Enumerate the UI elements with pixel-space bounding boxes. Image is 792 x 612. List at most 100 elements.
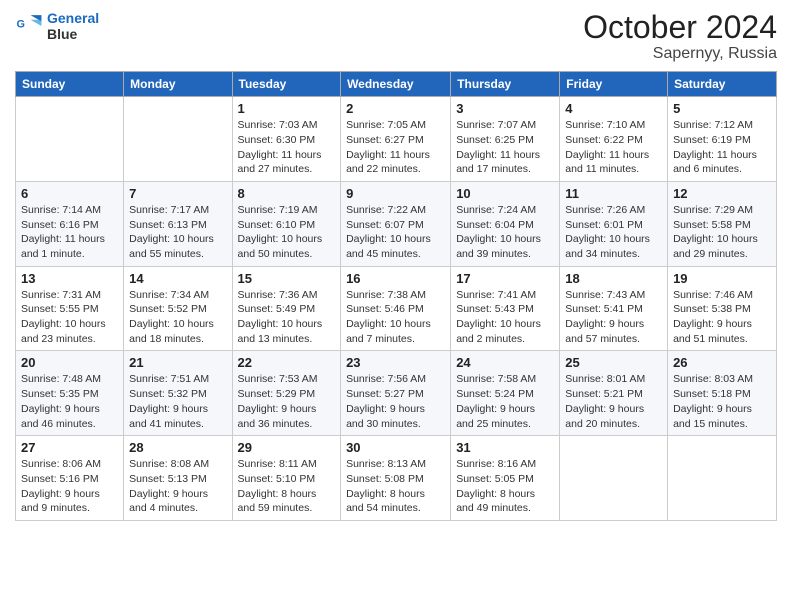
- calendar-cell: 14 Sunrise: 7:34 AMSunset: 5:52 PMDayligh…: [124, 266, 232, 351]
- day-info: Sunrise: 7:41 AMSunset: 5:43 PMDaylight:…: [456, 288, 554, 347]
- day-info: Sunrise: 7:24 AMSunset: 6:04 PMDaylight:…: [456, 203, 554, 262]
- day-number: 27: [21, 440, 118, 455]
- calendar-cell: 17 Sunrise: 7:41 AMSunset: 5:43 PMDayligh…: [451, 266, 560, 351]
- day-info: Sunrise: 7:34 AMSunset: 5:52 PMDaylight:…: [129, 288, 226, 347]
- calendar-cell: [668, 436, 777, 521]
- logo-text: General Blue: [47, 10, 99, 42]
- day-number: 14: [129, 271, 226, 286]
- day-number: 26: [673, 355, 771, 370]
- calendar-cell: 29 Sunrise: 8:11 AMSunset: 5:10 PMDayligh…: [232, 436, 341, 521]
- calendar-cell: 3 Sunrise: 7:07 AMSunset: 6:25 PMDaylight…: [451, 97, 560, 182]
- day-info: Sunrise: 7:38 AMSunset: 5:46 PMDaylight:…: [346, 288, 445, 347]
- calendar-cell: 5 Sunrise: 7:12 AMSunset: 6:19 PMDaylight…: [668, 97, 777, 182]
- day-number: 7: [129, 186, 226, 201]
- day-number: 15: [238, 271, 336, 286]
- calendar-page: G General Blue October 2024 Sapernyy, Ru…: [0, 0, 792, 612]
- day-info: Sunrise: 7:05 AMSunset: 6:27 PMDaylight:…: [346, 118, 445, 177]
- day-info: Sunrise: 7:07 AMSunset: 6:25 PMDaylight:…: [456, 118, 554, 177]
- weekday-header-friday: Friday: [560, 72, 668, 97]
- calendar-cell: 13 Sunrise: 7:31 AMSunset: 5:55 PMDayligh…: [16, 266, 124, 351]
- day-number: 22: [238, 355, 336, 370]
- week-row: 20 Sunrise: 7:48 AMSunset: 5:35 PMDayligh…: [16, 351, 777, 436]
- calendar-cell: 28Sunrise: 8:08 AMSunset: 5:13 PMDayligh…: [124, 436, 232, 521]
- logo-icon: G: [15, 12, 43, 40]
- day-number: 6: [21, 186, 118, 201]
- day-info: Sunrise: 7:31 AMSunset: 5:55 PMDaylight:…: [21, 288, 118, 347]
- calendar-cell: 20 Sunrise: 7:48 AMSunset: 5:35 PMDayligh…: [16, 351, 124, 436]
- day-info: Sunrise: 7:10 AMSunset: 6:22 PMDaylight:…: [565, 118, 662, 177]
- day-info: Sunrise: 7:36 AMSunset: 5:49 PMDaylight:…: [238, 288, 336, 347]
- day-number: 29: [238, 440, 336, 455]
- day-info: Sunrise: 7:14 AMSunset: 6:16 PMDaylight:…: [21, 203, 118, 262]
- calendar-cell: [16, 97, 124, 182]
- calendar-cell: 24Sunrise: 7:58 AMSunset: 5:24 PMDayligh…: [451, 351, 560, 436]
- day-info: Sunrise: 7:51 AMSunset: 5:32 PMDaylight:…: [129, 372, 226, 431]
- day-number: 5: [673, 101, 771, 116]
- day-number: 24: [456, 355, 554, 370]
- day-number: 18: [565, 271, 662, 286]
- day-info: Sunrise: 7:43 AMSunset: 5:41 PMDaylight:…: [565, 288, 662, 347]
- day-info: Sunrise: 7:12 AMSunset: 6:19 PMDaylight:…: [673, 118, 771, 177]
- week-row: 1 Sunrise: 7:03 AMSunset: 6:30 PMDaylight…: [16, 97, 777, 182]
- logo: G General Blue: [15, 10, 99, 42]
- calendar-cell: 7 Sunrise: 7:17 AMSunset: 6:13 PMDaylight…: [124, 181, 232, 266]
- week-row: 6 Sunrise: 7:14 AMSunset: 6:16 PMDaylight…: [16, 181, 777, 266]
- day-info: Sunrise: 8:16 AMSunset: 5:05 PMDaylight:…: [456, 457, 554, 516]
- day-number: 20: [21, 355, 118, 370]
- calendar-cell: 2 Sunrise: 7:05 AMSunset: 6:27 PMDaylight…: [341, 97, 451, 182]
- location-title: Sapernyy, Russia: [583, 45, 777, 63]
- page-header: G General Blue October 2024 Sapernyy, Ru…: [15, 10, 777, 63]
- calendar-cell: 12Sunrise: 7:29 AMSunset: 5:58 PMDayligh…: [668, 181, 777, 266]
- title-block: October 2024 Sapernyy, Russia: [583, 10, 777, 63]
- calendar-cell: 27Sunrise: 8:06 AMSunset: 5:16 PMDayligh…: [16, 436, 124, 521]
- day-number: 23: [346, 355, 445, 370]
- day-info: Sunrise: 7:17 AMSunset: 6:13 PMDaylight:…: [129, 203, 226, 262]
- calendar-cell: 8Sunrise: 7:19 AMSunset: 6:10 PMDaylight…: [232, 181, 341, 266]
- day-number: 1: [238, 101, 336, 116]
- week-row: 13 Sunrise: 7:31 AMSunset: 5:55 PMDayligh…: [16, 266, 777, 351]
- weekday-header-thursday: Thursday: [451, 72, 560, 97]
- day-info: Sunrise: 8:11 AMSunset: 5:10 PMDaylight:…: [238, 457, 336, 516]
- weekday-header-tuesday: Tuesday: [232, 72, 341, 97]
- calendar-cell: 15 Sunrise: 7:36 AMSunset: 5:49 PMDayligh…: [232, 266, 341, 351]
- day-number: 10: [456, 186, 554, 201]
- day-info: Sunrise: 7:26 AMSunset: 6:01 PMDaylight:…: [565, 203, 662, 262]
- svg-text:G: G: [17, 19, 25, 31]
- calendar-cell: 23 Sunrise: 7:56 AMSunset: 5:27 PMDayligh…: [341, 351, 451, 436]
- day-number: 4: [565, 101, 662, 116]
- weekday-header-sunday: Sunday: [16, 72, 124, 97]
- day-info: Sunrise: 7:19 AMSunset: 6:10 PMDaylight:…: [238, 203, 336, 262]
- calendar-cell: 22 Sunrise: 7:53 AMSunset: 5:29 PMDayligh…: [232, 351, 341, 436]
- day-info: Sunrise: 8:08 AMSunset: 5:13 PMDaylight:…: [129, 457, 226, 516]
- day-info: Sunrise: 7:56 AMSunset: 5:27 PMDaylight:…: [346, 372, 445, 431]
- calendar-cell: 31 Sunrise: 8:16 AMSunset: 5:05 PMDayligh…: [451, 436, 560, 521]
- week-row: 27Sunrise: 8:06 AMSunset: 5:16 PMDayligh…: [16, 436, 777, 521]
- day-number: 3: [456, 101, 554, 116]
- weekday-header-saturday: Saturday: [668, 72, 777, 97]
- calendar-cell: 21Sunrise: 7:51 AMSunset: 5:32 PMDayligh…: [124, 351, 232, 436]
- day-info: Sunrise: 7:03 AMSunset: 6:30 PMDaylight:…: [238, 118, 336, 177]
- month-title: October 2024: [583, 10, 777, 45]
- calendar-cell: 11Sunrise: 7:26 AMSunset: 6:01 PMDayligh…: [560, 181, 668, 266]
- calendar-cell: 16Sunrise: 7:38 AMSunset: 5:46 PMDayligh…: [341, 266, 451, 351]
- day-number: 13: [21, 271, 118, 286]
- day-info: Sunrise: 7:48 AMSunset: 5:35 PMDaylight:…: [21, 372, 118, 431]
- day-number: 31: [456, 440, 554, 455]
- calendar-table: SundayMondayTuesdayWednesdayThursdayFrid…: [15, 71, 777, 521]
- calendar-cell: 10 Sunrise: 7:24 AMSunset: 6:04 PMDayligh…: [451, 181, 560, 266]
- calendar-cell: 1 Sunrise: 7:03 AMSunset: 6:30 PMDaylight…: [232, 97, 341, 182]
- calendar-cell: 30Sunrise: 8:13 AMSunset: 5:08 PMDayligh…: [341, 436, 451, 521]
- calendar-cell: 6 Sunrise: 7:14 AMSunset: 6:16 PMDaylight…: [16, 181, 124, 266]
- day-number: 12: [673, 186, 771, 201]
- day-number: 2: [346, 101, 445, 116]
- calendar-cell: [124, 97, 232, 182]
- day-number: 17: [456, 271, 554, 286]
- day-info: Sunrise: 8:01 AMSunset: 5:21 PMDaylight:…: [565, 372, 662, 431]
- weekday-header-wednesday: Wednesday: [341, 72, 451, 97]
- calendar-cell: 18 Sunrise: 7:43 AMSunset: 5:41 PMDayligh…: [560, 266, 668, 351]
- day-info: Sunrise: 8:03 AMSunset: 5:18 PMDaylight:…: [673, 372, 771, 431]
- day-info: Sunrise: 7:53 AMSunset: 5:29 PMDaylight:…: [238, 372, 336, 431]
- calendar-cell: [560, 436, 668, 521]
- calendar-cell: 4 Sunrise: 7:10 AMSunset: 6:22 PMDaylight…: [560, 97, 668, 182]
- calendar-cell: 9Sunrise: 7:22 AMSunset: 6:07 PMDaylight…: [341, 181, 451, 266]
